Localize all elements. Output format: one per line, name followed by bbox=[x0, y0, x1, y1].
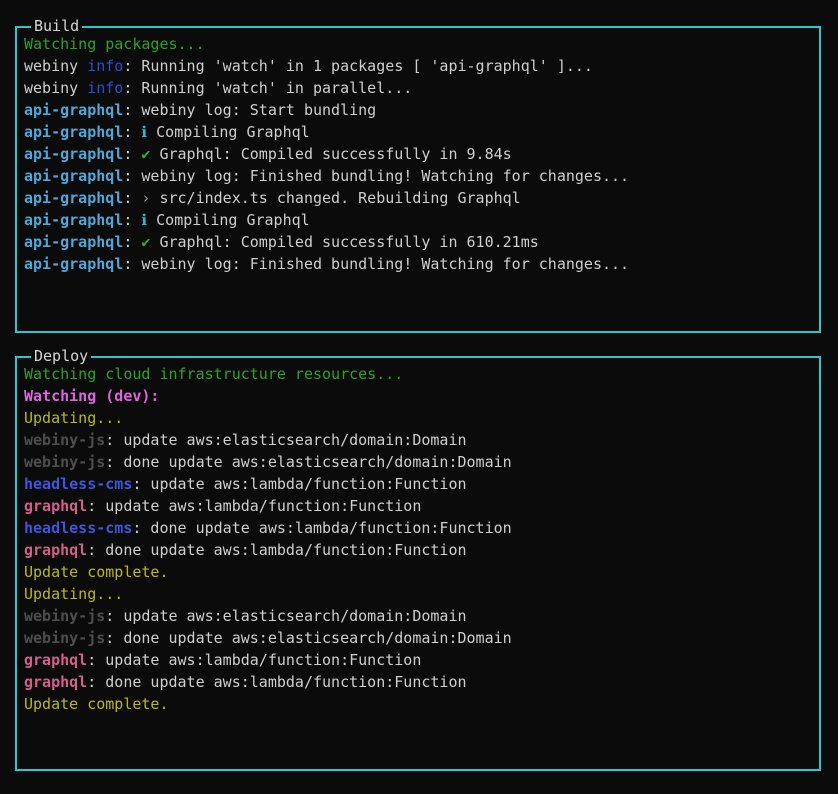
log-segment: : bbox=[123, 189, 141, 207]
log-segment: api-graphql bbox=[24, 101, 123, 119]
log-segment: Graphql: Compiled successfully in 610.21… bbox=[150, 233, 538, 251]
log-line: webiny-js: done update aws:elasticsearch… bbox=[24, 627, 811, 649]
log-line: headless-cms: done update aws:lambda/fun… bbox=[24, 517, 811, 539]
log-segment: Watching packages... bbox=[24, 35, 205, 53]
log-line: Update complete. bbox=[24, 693, 811, 715]
log-segment: webiny-js bbox=[24, 453, 105, 471]
log-line: webiny info: Running 'watch' in 1 packag… bbox=[24, 55, 811, 77]
log-segment: api-graphql bbox=[24, 167, 123, 185]
log-segment: : Running 'watch' in parallel... bbox=[123, 79, 412, 97]
log-segment: api-graphql bbox=[24, 145, 123, 163]
log-segment: graphql bbox=[24, 497, 87, 515]
log-segment: Compiling Graphql bbox=[147, 211, 310, 229]
log-line: graphql: update aws:lambda/function:Func… bbox=[24, 649, 811, 671]
log-segment: api-graphql bbox=[24, 211, 123, 229]
log-segment: : update aws:elasticsearch/domain:Domain bbox=[105, 607, 466, 625]
build-log: Watching packages... webiny info: Running… bbox=[17, 28, 819, 275]
log-line: graphql: update aws:lambda/function:Func… bbox=[24, 495, 811, 517]
log-line: webiny-js: update aws:elasticsearch/doma… bbox=[24, 605, 811, 627]
log-segment: Graphql: Compiled successfully in 9.84s bbox=[150, 145, 511, 163]
log-line: graphql: done update aws:lambda/function… bbox=[24, 539, 811, 561]
log-line: headless-cms: update aws:lambda/function… bbox=[24, 473, 811, 495]
log-segment: graphql bbox=[24, 541, 87, 559]
deploy-panel-title: Deploy bbox=[31, 348, 91, 364]
log-line: api-graphql: webiny log: Start bundling bbox=[24, 99, 811, 121]
log-line: api-graphql: ✔ Graphql: Compiled success… bbox=[24, 231, 811, 253]
log-segment: graphql bbox=[24, 651, 87, 669]
log-segment: : webiny log: Finished bundling! Watchin… bbox=[123, 255, 629, 273]
log-line: api-graphql: › src/index.ts changed. Reb… bbox=[24, 187, 811, 209]
log-segment: : done update aws:elasticsearch/domain:D… bbox=[105, 629, 511, 647]
log-segment: : Running 'watch' in 1 packages [ 'api-g… bbox=[123, 57, 593, 75]
log-segment: info bbox=[87, 79, 123, 97]
build-panel-title: Build bbox=[31, 18, 82, 34]
log-line: Watching cloud infrastructure resources.… bbox=[24, 363, 811, 385]
log-segment: : update aws:elasticsearch/domain:Domain bbox=[105, 431, 466, 449]
log-segment: api-graphql bbox=[24, 255, 123, 273]
log-segment: headless-cms bbox=[24, 475, 132, 493]
log-segment: info bbox=[87, 57, 123, 75]
log-line: api-graphql: ✔ Graphql: Compiled success… bbox=[24, 143, 811, 165]
log-segment: : done update aws:lambda/function:Functi… bbox=[87, 541, 466, 559]
deploy-panel: Deploy Watching cloud infrastructure res… bbox=[15, 356, 821, 771]
log-line: Updating... bbox=[24, 583, 811, 605]
log-line: Updating... bbox=[24, 407, 811, 429]
log-segment: : done update aws:elasticsearch/domain:D… bbox=[105, 453, 511, 471]
log-segment: webiny bbox=[24, 57, 87, 75]
log-segment: Update complete. bbox=[24, 563, 169, 581]
deploy-log: Watching cloud infrastructure resources.… bbox=[17, 358, 819, 715]
log-line: webiny-js: update aws:elasticsearch/doma… bbox=[24, 429, 811, 451]
log-line: api-graphql: ℹ Compiling Graphql bbox=[24, 121, 811, 143]
log-segment: webiny-js bbox=[24, 607, 105, 625]
log-segment: : update aws:lambda/function:Function bbox=[87, 497, 421, 515]
log-segment: Watching (dev): bbox=[24, 387, 159, 405]
log-segment: webiny-js bbox=[24, 431, 105, 449]
log-segment: : webiny log: Start bundling bbox=[123, 101, 376, 119]
log-segment: graphql bbox=[24, 673, 87, 691]
log-line: api-graphql: webiny log: Finished bundli… bbox=[24, 165, 811, 187]
build-panel: Build Watching packages...webiny info: R… bbox=[15, 26, 821, 333]
log-segment: : update aws:lambda/function:Function bbox=[87, 651, 421, 669]
log-segment: api-graphql bbox=[24, 123, 123, 141]
log-segment: : update aws:lambda/function:Function bbox=[132, 475, 466, 493]
log-segment: : done update aws:lambda/function:Functi… bbox=[87, 673, 466, 691]
log-line: Watching (dev): bbox=[24, 385, 811, 407]
log-segment: Update complete. bbox=[24, 695, 169, 713]
log-line: webiny-js: done update aws:elasticsearch… bbox=[24, 451, 811, 473]
log-segment: src/index.ts changed. Rebuilding Graphql bbox=[150, 189, 520, 207]
log-segment: : done update aws:lambda/function:Functi… bbox=[132, 519, 511, 537]
log-segment: Updating... bbox=[24, 585, 123, 603]
log-segment: api-graphql bbox=[24, 189, 123, 207]
log-segment: Updating... bbox=[24, 409, 123, 427]
log-segment: : bbox=[123, 145, 141, 163]
log-line: Update complete. bbox=[24, 561, 811, 583]
log-segment: webiny bbox=[24, 79, 87, 97]
log-line: webiny info: Running 'watch' in parallel… bbox=[24, 77, 811, 99]
log-segment: : webiny log: Finished bundling! Watchin… bbox=[123, 167, 629, 185]
log-segment: : bbox=[123, 211, 141, 229]
log-line: api-graphql: webiny log: Finished bundli… bbox=[24, 253, 811, 275]
log-line: Watching packages... bbox=[24, 33, 811, 55]
log-line: api-graphql: ℹ Compiling Graphql bbox=[24, 209, 811, 231]
log-segment: webiny-js bbox=[24, 629, 105, 647]
log-segment: : bbox=[123, 233, 141, 251]
log-segment: api-graphql bbox=[24, 233, 123, 251]
log-segment: Compiling Graphql bbox=[147, 123, 310, 141]
log-segment: : bbox=[123, 123, 141, 141]
log-segment: Watching cloud infrastructure resources.… bbox=[24, 365, 403, 383]
log-line: graphql: done update aws:lambda/function… bbox=[24, 671, 811, 693]
log-segment: headless-cms bbox=[24, 519, 132, 537]
